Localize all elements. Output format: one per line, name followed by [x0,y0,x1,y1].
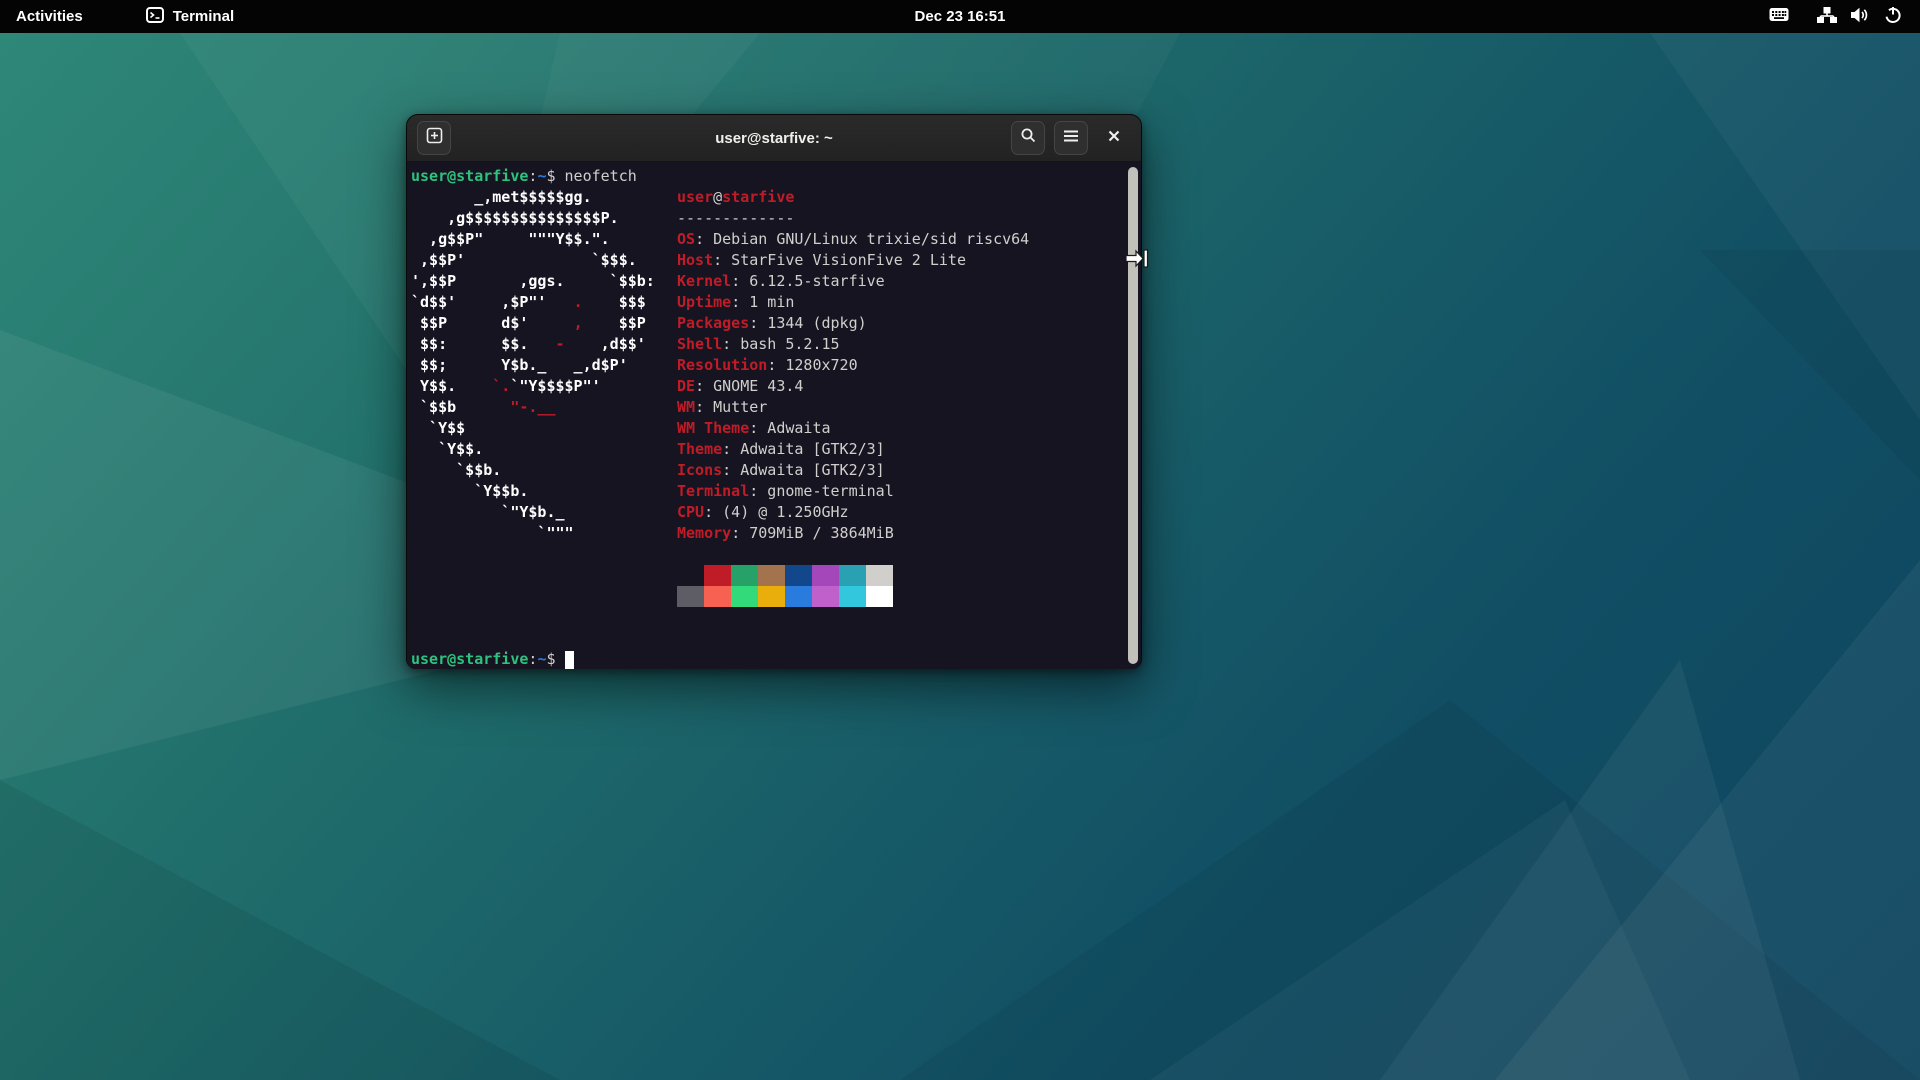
new-tab-icon [426,127,443,149]
new-tab-button[interactable] [417,121,451,155]
art-line: $$: $$. - ,d$$' [411,334,655,355]
focused-app-name: Terminal [173,8,234,25]
palette-swatch [731,586,758,607]
prompt-user-host: user@starfive [411,650,528,668]
palette-swatch [758,586,785,607]
art-line: `$$b "-.__ [411,397,655,418]
terminal-screen[interactable]: user@starfive:~$ neofetch _,met$$$$$gg. … [407,162,1141,669]
palette-swatch [866,565,893,586]
close-button[interactable] [1097,121,1131,155]
menu-button[interactable] [1054,121,1088,155]
terminal-window: user@starfive: ~ [406,114,1142,669]
close-icon [1107,129,1121,148]
menu-icon [1063,129,1079,148]
art-line: $$; Y$b._ _,d$P' [411,355,655,376]
system-status-area[interactable] [1769,0,1920,33]
info-field: Memory: 709MiB / 3864MiB [677,523,1029,544]
search-button[interactable] [1011,121,1045,155]
art-line: `Y$$ [411,418,655,439]
gnome-top-bar: Activities Terminal Dec 23 16:51 [0,0,1920,33]
neofetch-color-palette [677,565,893,607]
art-line: `Y$$. [411,439,655,460]
art-line: ,$$P' `$$$. [411,250,655,271]
info-field: WM Theme: Adwaita [677,418,1029,439]
info-field: Resolution: 1280x720 [677,355,1029,376]
info-field: Host: StarFive VisionFive 2 Lite [677,250,1029,271]
palette-row [677,586,893,607]
palette-swatch [866,586,893,607]
neofetch-info: user@starfive-------------OS: Debian GNU… [677,187,1029,544]
info-field: Terminal: gnome-terminal [677,481,1029,502]
info-field: Icons: Adwaita [GTK2/3] [677,460,1029,481]
info-field: Theme: Adwaita [GTK2/3] [677,439,1029,460]
prompt-line-command: user@starfive:~$ neofetch [411,166,637,187]
search-icon [1020,127,1037,149]
info-field: Uptime: 1 min [677,292,1029,313]
art-line: `Y$$b. [411,481,655,502]
palette-swatch [731,565,758,586]
palette-swatch [677,565,704,586]
terminal-headerbar[interactable]: user@starfive: ~ [407,115,1141,162]
palette-swatch [839,565,866,586]
volume-icon [1851,7,1870,27]
activities-button[interactable]: Activities [0,0,99,33]
art-line: `"Y$b._ [411,502,655,523]
network-icon [1817,7,1837,27]
palette-swatch [839,586,866,607]
prompt-user-host: user@starfive [411,167,528,185]
palette-row [677,565,893,586]
command-text: neofetch [565,167,637,185]
art-line: ,g$$$$$$$$$$$$$$$P. [411,208,655,229]
art-line: $$P d$' , $$P [411,313,655,334]
terminal-cursor [565,651,574,669]
palette-swatch [704,565,731,586]
art-line: Y$$. `.`"Y$$$$P"' [411,376,655,397]
focused-app-menu[interactable]: Terminal [135,0,244,33]
info-underline: ------------- [677,208,1029,229]
keyboard-icon [1769,7,1789,26]
info-field: Shell: bash 5.2.15 [677,334,1029,355]
palette-swatch [677,586,704,607]
info-field: WM: Mutter [677,397,1029,418]
art-line: _,met$$$$$gg. [411,187,655,208]
art-line: ',$$P ,ggs. `$$b: [411,271,655,292]
info-field: DE: GNOME 43.4 [677,376,1029,397]
info-field: Kernel: 6.12.5-starfive [677,271,1029,292]
prompt-line-current: user@starfive:~$ [411,649,574,669]
terminal-scrollbar[interactable] [1128,167,1138,664]
palette-swatch [785,565,812,586]
art-line: `$$b. [411,460,655,481]
info-field: CPU: (4) @ 1.250GHz [677,502,1029,523]
neofetch-art: _,met$$$$$gg. ,g$$$$$$$$$$$$$$$P. ,g$$P"… [411,187,655,544]
art-line: ,g$$P" """Y$$.". [411,229,655,250]
palette-swatch [704,586,731,607]
info-field: Packages: 1344 (dpkg) [677,313,1029,334]
palette-swatch [758,565,785,586]
art-line: `d$$' ,$P"' . $$$ [411,292,655,313]
palette-swatch [812,586,839,607]
info-title: user@starfive [677,187,1029,208]
info-field: OS: Debian GNU/Linux trixie/sid riscv64 [677,229,1029,250]
terminal-app-icon [145,5,165,29]
power-icon [1884,6,1902,28]
clock[interactable]: Dec 23 16:51 [0,8,1920,25]
art-line: `""" [411,523,655,544]
palette-swatch [812,565,839,586]
palette-swatch [785,586,812,607]
